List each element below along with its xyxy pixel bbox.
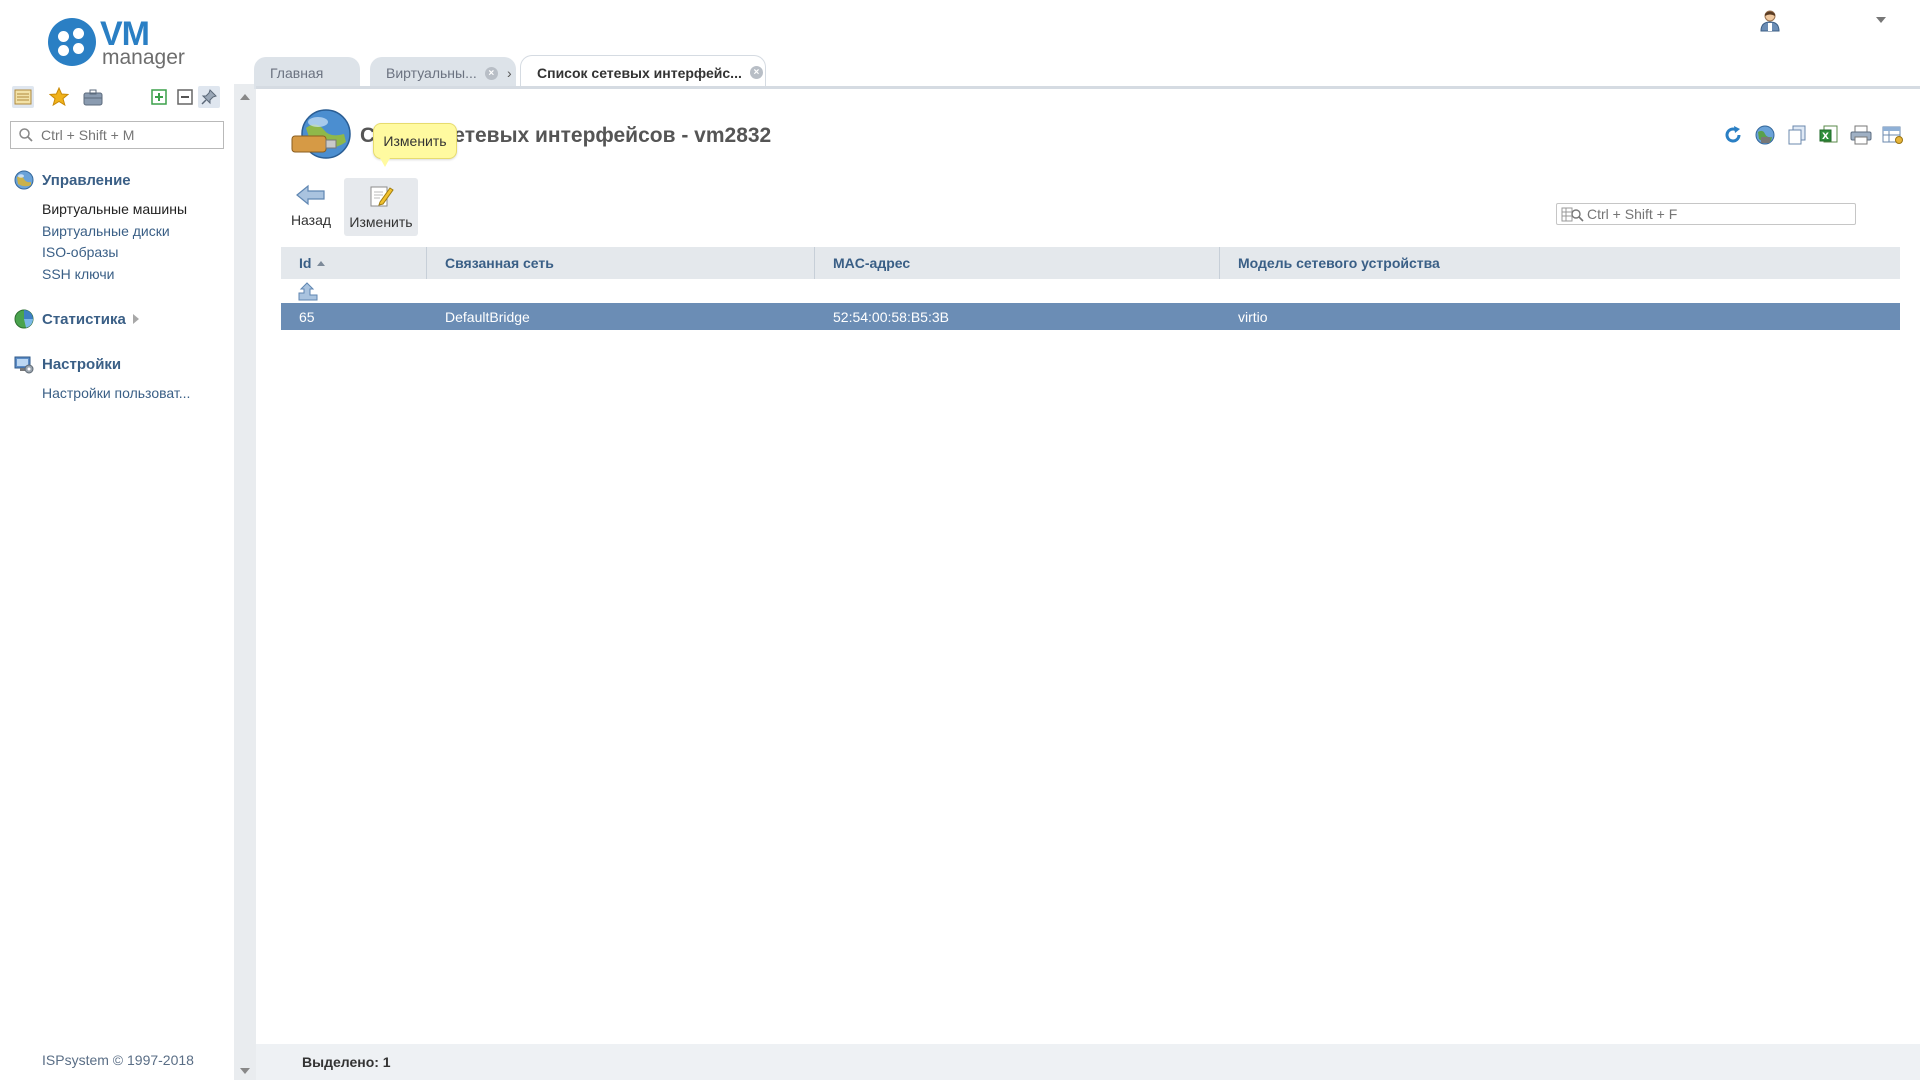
logo-circle-icon — [48, 18, 96, 66]
main-content: Список сетевых интерфейсов - vm2832 Изме… — [256, 89, 1920, 1080]
parent-level-row[interactable] — [281, 279, 1900, 303]
tab-home[interactable]: Главная — [254, 57, 360, 89]
tab-home-label: Главная — [270, 65, 324, 81]
favorites-star-icon[interactable] — [48, 86, 70, 108]
refresh-icon[interactable] — [1720, 122, 1746, 148]
sidebar-item-iso-images[interactable]: ISO-образы — [42, 242, 229, 264]
sidebar-item-ssh-keys[interactable]: SSH ключи — [42, 264, 229, 286]
column-header-linked-network-label: Связанная сеть — [445, 255, 554, 271]
menu-group-header-management[interactable]: Управление — [14, 168, 229, 192]
sidebar-item-virtual-machines[interactable]: Виртуальные машины — [42, 199, 229, 221]
menu-group-title-settings: Настройки — [42, 355, 122, 373]
edit-pencil-icon — [370, 186, 394, 207]
back-button-label: Назад — [290, 212, 332, 228]
logo-manager-text: manager — [102, 46, 185, 69]
svg-text:X: X — [1822, 132, 1829, 142]
column-header-id[interactable]: Id — [281, 247, 427, 279]
menu-search-field[interactable] — [10, 121, 224, 149]
table-row[interactable]: 65 DefaultBridge 52:54:00:58:B5:3B virti… — [281, 303, 1900, 330]
menu-group-title-statistics: Статистика — [42, 310, 126, 328]
menu-search-input[interactable] — [41, 125, 219, 145]
table-filter-field[interactable] — [1556, 203, 1856, 225]
table-filter-input[interactable] — [1587, 206, 1849, 222]
cell-id: 65 — [299, 308, 315, 325]
tab-chevron-separator: › — [507, 65, 512, 81]
sidebar-item-virtual-disks[interactable]: Виртуальные диски — [42, 221, 229, 243]
column-header-mac-address[interactable]: MAC-адрес — [815, 247, 1220, 279]
tab-network-interfaces-label: Список сетевых интерфейс... — [537, 64, 742, 81]
expand-arrow-icon[interactable] — [132, 314, 139, 324]
tab-virtual-machines[interactable]: Виртуальны... × — [370, 57, 516, 89]
column-header-device-model-label: Модель сетевого устройства — [1238, 255, 1440, 271]
back-button[interactable]: Назад — [276, 178, 346, 236]
tree-view-icon[interactable] — [12, 86, 34, 108]
settings-monitor-icon — [14, 356, 34, 374]
tab-network-interfaces[interactable]: Список сетевых интерфейс... × — [520, 55, 766, 89]
network-globe-icon[interactable] — [1752, 122, 1778, 148]
edit-button-label: Изменить — [349, 214, 413, 230]
management-globe-icon — [14, 170, 34, 190]
menu-group-management: Управление Виртуальные машины Виртуальны… — [14, 168, 229, 285]
cell-mac-address: 52:54:00:58:B5:3B — [833, 308, 949, 325]
close-tab-icon[interactable]: × — [484, 66, 498, 80]
export-excel-icon[interactable]: X — [1816, 122, 1842, 148]
vmmanager-logo[interactable]: VM manager — [48, 16, 188, 72]
status-bar: Выделено: 1 — [256, 1044, 1920, 1080]
back-arrow-icon — [296, 184, 325, 206]
column-header-id-label: Id — [299, 255, 312, 271]
up-level-arrow-icon — [298, 282, 318, 301]
statistics-pie-icon — [14, 309, 34, 329]
menu-group-statistics: Статистика — [14, 307, 229, 331]
column-header-mac-address-label: MAC-адрес — [833, 255, 911, 271]
menu-group-header-settings[interactable]: Настройки — [14, 352, 229, 376]
edit-tooltip: Изменить — [373, 123, 457, 167]
sidebar-toolbar — [12, 86, 222, 110]
table-settings-icon[interactable] — [1880, 122, 1906, 148]
edit-button[interactable]: Изменить — [344, 178, 418, 236]
filter-search-icon — [1561, 207, 1584, 222]
collapse-all-icon[interactable] — [174, 86, 196, 108]
cell-linked-network: DefaultBridge — [445, 308, 530, 325]
selected-count-text: Выделено: 1 — [302, 1054, 391, 1070]
close-tab-icon[interactable]: × — [749, 66, 763, 79]
copy-icon[interactable] — [1784, 122, 1810, 148]
sidebar: VM manager Управление Виртуа — [0, 0, 234, 1080]
network-interface-globe-icon — [291, 109, 351, 159]
sort-ascending-icon — [317, 260, 326, 266]
table-header: Id Связанная сеть MAC-адрес Модель сетев… — [281, 247, 1900, 279]
print-icon[interactable] — [1848, 122, 1874, 148]
copyright-text: ISPsystem © 1997-2018 — [42, 1052, 194, 1068]
network-interfaces-table: Id Связанная сеть MAC-адрес Модель сетев… — [281, 247, 1900, 330]
menu-group-settings: Настройки Настройки пользоват... — [14, 352, 229, 405]
pin-icon[interactable] — [198, 86, 220, 108]
page-tools: X — [1714, 122, 1906, 148]
briefcase-icon[interactable] — [82, 86, 104, 108]
search-icon — [19, 128, 33, 142]
scroll-down-arrow-icon[interactable] — [240, 1068, 250, 1074]
sidebar-item-user-settings[interactable]: Настройки пользоват... — [42, 383, 229, 405]
expand-all-icon[interactable] — [148, 86, 170, 108]
column-header-linked-network[interactable]: Связанная сеть — [427, 247, 815, 279]
cell-device-model: virtio — [1238, 308, 1268, 325]
tab-virtual-machines-label: Виртуальны... — [386, 65, 477, 81]
menu-group-title-management: Управление — [42, 171, 131, 189]
user-avatar-icon[interactable] — [1758, 8, 1782, 32]
sidebar-scrollbar[interactable] — [234, 84, 256, 1080]
menu-group-header-statistics[interactable]: Статистика — [14, 307, 229, 331]
column-header-device-model[interactable]: Модель сетевого устройства — [1220, 247, 1900, 279]
scroll-up-arrow-icon[interactable] — [240, 94, 250, 100]
user-menu-caret-icon[interactable] — [1876, 17, 1886, 23]
tab-bar: Главная Виртуальны... × › Список сетевых… — [254, 55, 1920, 89]
